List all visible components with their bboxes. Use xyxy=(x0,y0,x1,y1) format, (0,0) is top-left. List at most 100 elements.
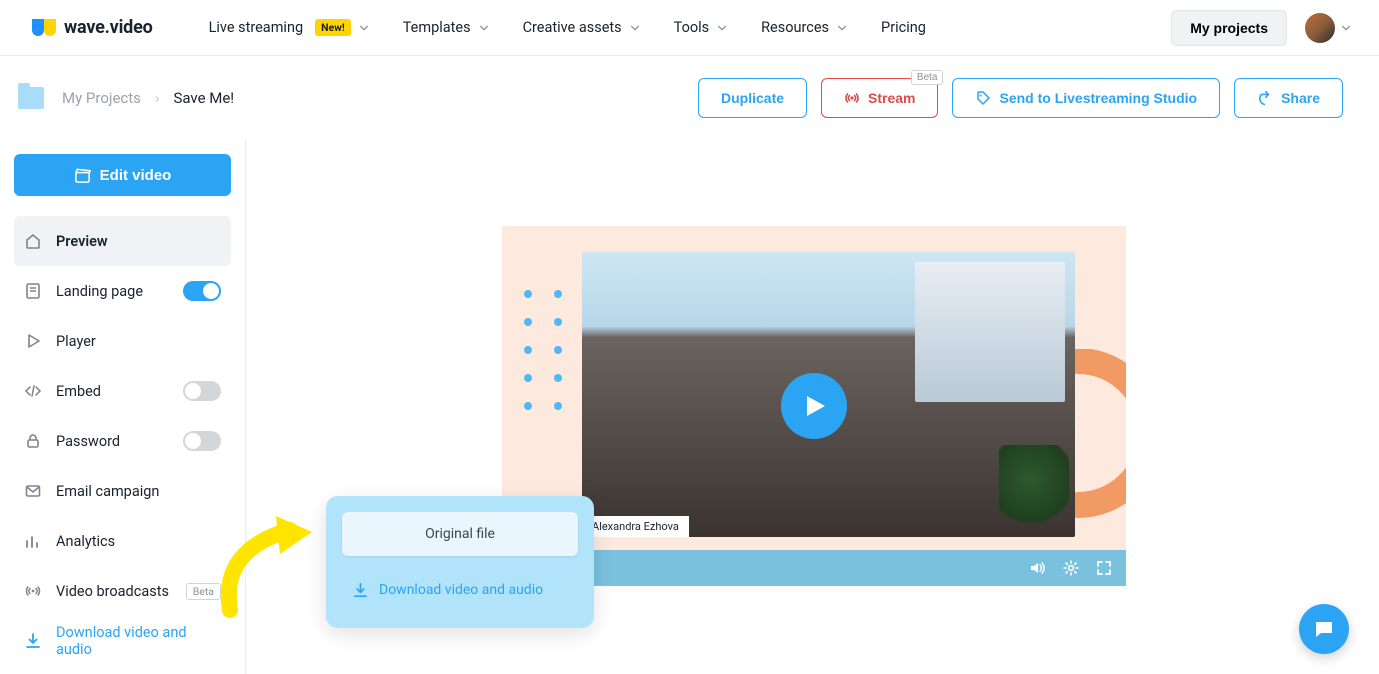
presenter-name-tag: Alexandra Ezhova xyxy=(582,516,689,537)
duplicate-label: Duplicate xyxy=(721,90,784,106)
download-callout: Original file Download video and audio xyxy=(326,496,594,628)
sidebar-landing-page[interactable]: Landing page xyxy=(14,266,231,316)
sidebar-player[interactable]: Player xyxy=(14,316,231,366)
sidebar-password[interactable]: Password xyxy=(14,416,231,466)
sidebar-landing-label: Landing page xyxy=(56,283,143,300)
new-badge: New! xyxy=(315,19,351,36)
sidebar-embed-label: Embed xyxy=(56,383,101,400)
brand-mark-icon xyxy=(32,19,56,36)
volume-icon[interactable] xyxy=(1028,559,1046,577)
sidebar-email-label: Email campaign xyxy=(56,483,159,500)
video-window-decoration xyxy=(915,262,1065,402)
download-icon xyxy=(24,632,42,650)
nav-resources-label: Resources xyxy=(761,19,829,36)
chevron-down-icon xyxy=(359,23,369,33)
chevron-down-icon xyxy=(479,23,489,33)
duplicate-button[interactable]: Duplicate xyxy=(698,78,807,118)
video-player-card: Alexandra Ezhova xyxy=(502,226,1126,586)
sidebar-preview-label: Preview xyxy=(56,233,108,250)
user-menu[interactable] xyxy=(1305,13,1351,43)
edit-video-button[interactable]: Edit video xyxy=(14,154,231,196)
main-layout: Edit video Preview Landing page Player E… xyxy=(0,140,1379,674)
edit-video-label: Edit video xyxy=(100,167,172,184)
brand-name: wave.video xyxy=(64,17,153,38)
chat-launcher[interactable] xyxy=(1299,604,1349,654)
preview-stage: Alexandra Ezhova Original file Download … xyxy=(246,140,1379,674)
tag-icon xyxy=(975,90,991,106)
sidebar-analytics-label: Analytics xyxy=(56,533,115,550)
broadcast-icon xyxy=(844,90,860,106)
nav-right: My projects xyxy=(1171,10,1351,46)
password-toggle[interactable] xyxy=(183,431,221,451)
sidebar-embed[interactable]: Embed xyxy=(14,366,231,416)
nav-pricing[interactable]: Pricing xyxy=(881,19,926,36)
nav-live-streaming[interactable]: Live streaming New! xyxy=(209,19,369,36)
gear-icon[interactable] xyxy=(1062,559,1080,577)
fullscreen-icon[interactable] xyxy=(1096,560,1112,576)
nav-assets[interactable]: Creative assets xyxy=(523,19,640,36)
nav-live-label: Live streaming xyxy=(209,19,304,36)
my-projects-button[interactable]: My projects xyxy=(1171,10,1287,46)
sidebar-broadcasts[interactable]: Video broadcasts Beta xyxy=(14,566,231,616)
sidebar-email[interactable]: Email campaign xyxy=(14,466,231,516)
broadcast-icon xyxy=(24,582,42,600)
nav-assets-label: Creative assets xyxy=(523,19,622,36)
breadcrumb-root[interactable]: My Projects xyxy=(62,89,141,107)
chevron-down-icon xyxy=(1341,23,1351,33)
nav-templates[interactable]: Templates xyxy=(403,19,489,36)
clapper-icon xyxy=(74,167,91,184)
stream-label: Stream xyxy=(868,90,915,106)
play-icon xyxy=(24,332,42,350)
lock-icon xyxy=(24,432,42,450)
nav-pricing-label: Pricing xyxy=(881,19,926,36)
top-nav: wave.video Live streaming New! Templates… xyxy=(0,0,1379,56)
landing-toggle[interactable] xyxy=(183,281,221,301)
sidebar-download-label: Download video and audio xyxy=(56,624,221,658)
page-icon xyxy=(24,282,42,300)
brand-logo[interactable]: wave.video xyxy=(32,17,153,38)
page-actions: Duplicate Stream Beta Send to Livestream… xyxy=(698,78,1343,118)
nav-tools[interactable]: Tools xyxy=(674,19,728,36)
sidebar-preview[interactable]: Preview xyxy=(14,216,231,266)
chat-icon xyxy=(1312,617,1336,641)
callout-download-link[interactable]: Download video and audio xyxy=(342,568,578,612)
share-icon xyxy=(1257,90,1273,106)
chart-icon xyxy=(24,532,42,550)
chevron-down-icon xyxy=(837,23,847,33)
chevron-down-icon xyxy=(630,23,640,33)
breadcrumb-current: Save Me! xyxy=(173,89,234,107)
sidebar-analytics[interactable]: Analytics xyxy=(14,516,231,566)
sidebar-broadcasts-label: Video broadcasts xyxy=(56,583,169,600)
callout-download-label: Download video and audio xyxy=(379,582,543,598)
nav-resources[interactable]: Resources xyxy=(761,19,847,36)
folder-icon xyxy=(18,87,44,109)
mail-icon xyxy=(24,482,42,500)
nav-tools-label: Tools xyxy=(674,19,710,36)
embed-toggle[interactable] xyxy=(183,381,221,401)
video-plant-decoration xyxy=(999,445,1069,531)
stream-button[interactable]: Stream Beta xyxy=(821,78,938,118)
avatar xyxy=(1305,13,1335,43)
play-button[interactable] xyxy=(781,373,847,439)
share-label: Share xyxy=(1281,90,1320,106)
download-icon xyxy=(352,582,369,599)
nav-templates-label: Templates xyxy=(403,19,471,36)
home-icon xyxy=(24,232,42,250)
action-bar: My Projects › Save Me! Duplicate Stream … xyxy=(0,56,1379,140)
breadcrumb: My Projects › Save Me! xyxy=(62,89,234,107)
sidebar-player-label: Player xyxy=(56,333,96,350)
chevron-down-icon xyxy=(717,23,727,33)
beta-badge: Beta xyxy=(911,70,944,85)
play-triangle-icon xyxy=(805,394,827,418)
callout-arrow-icon xyxy=(210,510,330,620)
code-icon xyxy=(24,382,42,400)
player-controls xyxy=(502,550,1126,586)
sidebar-download[interactable]: Download video and audio xyxy=(14,616,231,666)
share-button[interactable]: Share xyxy=(1234,78,1343,118)
callout-original-file[interactable]: Original file xyxy=(342,512,578,556)
nav-links: Live streaming New! Templates Creative a… xyxy=(209,19,926,36)
sidebar-password-label: Password xyxy=(56,433,120,450)
send-studio-button[interactable]: Send to Livestreaming Studio xyxy=(952,78,1220,118)
breadcrumb-sep: › xyxy=(155,89,160,107)
send-label: Send to Livestreaming Studio xyxy=(999,90,1197,106)
